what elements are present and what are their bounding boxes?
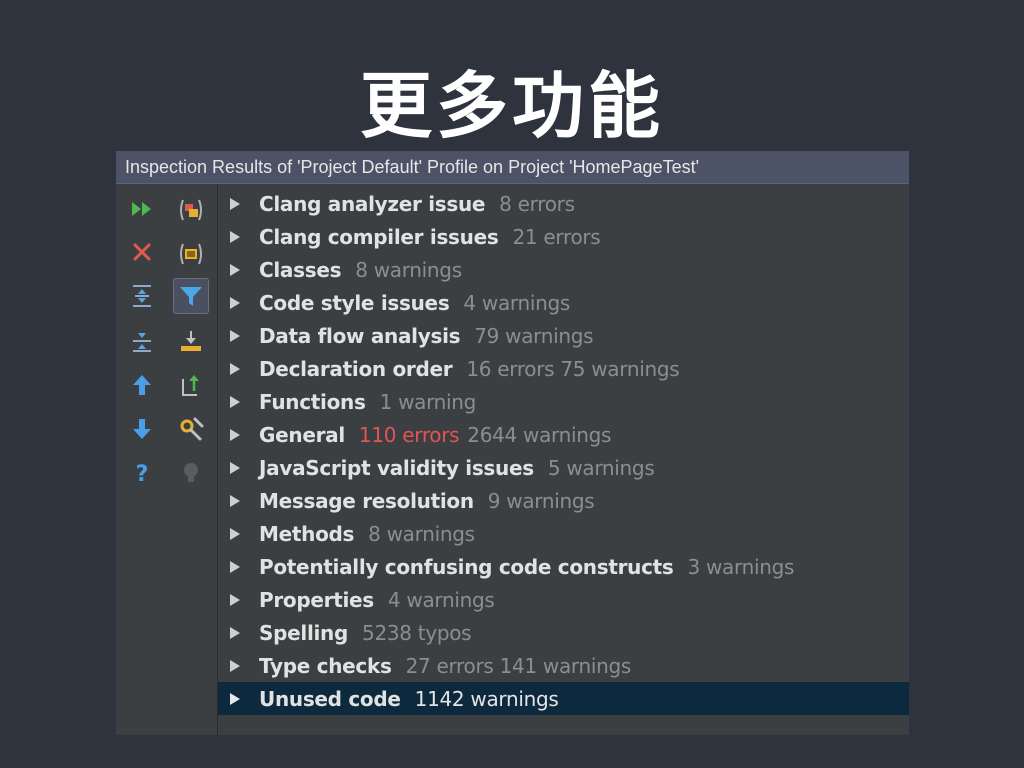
expand-arrow-icon[interactable] [226,558,244,576]
tree-row-count: 79 warnings [474,323,594,348]
expand-arrow-icon[interactable] [226,624,244,642]
expand-arrow-icon[interactable] [226,327,244,345]
tree-row-label: Declaration order [259,356,453,381]
panel-title-bar: Inspection Results of 'Project Default' … [116,151,909,184]
tree-row-count: 5238 typos [362,620,472,645]
tree-row-label: Classes [259,257,342,282]
group-by-severity-button[interactable] [173,192,209,228]
import-icon [181,331,201,351]
tree-row-count: 2644 warnings [467,422,612,447]
tree-row-potentially-confusing-code-constructs[interactable]: Potentially confusing code constructs 3 … [218,550,909,583]
slide-title: 更多功能 [359,64,664,148]
expand-arrow-icon[interactable] [226,525,244,543]
tree-row-count: 5 warnings [547,455,655,480]
tree-row-data-flow-analysis[interactable]: Data flow analysis 79 warnings [218,319,909,352]
inspection-results-panel: Inspection Results of 'Project Default' … [116,151,909,735]
tree-row-count: 8 warnings [368,521,475,546]
tree-row-count: 21 errors [512,224,601,249]
tree-row-count: 4 warnings [463,290,571,315]
expand-arrow-icon[interactable] [226,591,244,609]
edit-settings-icon [180,417,204,441]
tree-row-count: 1142 warnings [414,686,559,711]
tree-row-label: Unused code [259,686,401,711]
tree-row-classes[interactable]: Classes 8 warnings [218,253,909,286]
next-problem-button[interactable] [124,411,160,447]
tree-row-label: General [259,422,345,447]
inspection-toolbar: ? [116,184,218,735]
filter-icon [180,287,202,306]
tree-row-count: 27 errors 141 warnings [405,653,632,678]
tree-row-general[interactable]: General 110 errors 2644 warnings [218,418,909,451]
expand-arrow-icon[interactable] [226,459,244,477]
tree-row-label: JavaScript validity issues [259,455,534,480]
tree-row-label: Clang compiler issues [259,224,499,249]
group-by-severity-icon [180,199,202,221]
tree-row-count: 8 errors [499,191,575,216]
expand-arrow-icon[interactable] [226,690,244,708]
svg-text:?: ? [136,462,149,485]
group-by-directory-icon [180,243,202,265]
tree-row-clang-compiler-issues[interactable]: Clang compiler issues 21 errors [218,220,909,253]
tree-row-spelling[interactable]: Spelling 5238 typos [218,616,909,649]
rerun-icon [132,202,151,216]
import-button[interactable] [173,323,209,359]
close-icon [133,243,151,261]
tree-row-declaration-order[interactable]: Declaration order 16 errors 75 warnings [218,352,909,385]
expand-arrow-icon[interactable] [226,657,244,675]
tree-row-javascript-validity-issues[interactable]: JavaScript validity issues 5 warnings [218,451,909,484]
tree-row-properties[interactable]: Properties 4 warnings [218,583,909,616]
tree-row-label: Functions [259,389,366,414]
tree-row-methods[interactable]: Methods 8 warnings [218,517,909,550]
tree-row-count: 9 warnings [487,488,595,513]
expand-arrow-icon[interactable] [226,492,244,510]
tree-row-label: Spelling [259,620,349,645]
expand-arrow-icon[interactable] [226,393,244,411]
export-button[interactable] [173,367,209,403]
tree-row-count: 3 warnings [687,554,795,579]
tree-row-label: Code style issues [259,290,450,315]
expand-arrow-icon[interactable] [226,228,244,246]
tree-row-label: Data flow analysis [259,323,461,348]
export-icon [182,375,199,396]
expand-arrow-icon[interactable] [226,426,244,444]
group-by-directory-button[interactable] [173,236,209,272]
collapse-all-button[interactable] [124,323,160,359]
results-tree: Clang analyzer issue 8 errors Clang comp… [218,184,909,735]
help-button[interactable]: ? [124,455,160,491]
tree-row-code-style-issues[interactable]: Code style issues 4 warnings [218,286,909,319]
tree-row-count: 16 errors 75 warnings [466,356,680,381]
tree-row-functions[interactable]: Functions 1 warning [218,385,909,418]
close-button[interactable] [124,234,160,270]
filter-button[interactable] [173,278,209,314]
arrow-down-icon [133,419,151,439]
tree-row-clang-analyzer-issue[interactable]: Clang analyzer issue 8 errors [218,187,909,220]
tree-row-count: 8 warnings [355,257,462,282]
tree-row-label: Message resolution [259,488,474,513]
arrow-up-icon [133,375,151,395]
expand-arrow-icon[interactable] [226,294,244,312]
tree-row-label: Potentially confusing code constructs [259,554,674,579]
quick-fix-button[interactable] [173,455,209,491]
tree-row-label: Properties [259,587,374,612]
tree-row-label: Clang analyzer issue [259,191,486,216]
expand-arrow-icon[interactable] [226,360,244,378]
tree-row-count: 1 warning [379,389,477,414]
help-icon: ? [136,462,149,485]
expand-all-button[interactable] [124,278,160,314]
expand-arrow-icon[interactable] [226,195,244,213]
rerun-inspection-button[interactable] [124,191,160,227]
tree-row-label: Methods [259,521,355,546]
lightbulb-icon [184,463,198,482]
tree-row-message-resolution[interactable]: Message resolution 9 warnings [218,484,909,517]
edit-settings-button[interactable] [173,411,209,447]
tree-row-count: 4 warnings [387,587,495,612]
collapse-all-icon [133,333,151,352]
tree-row-type-checks[interactable]: Type checks 27 errors 141 warnings [218,649,909,682]
tree-row-label: Type checks [259,653,392,678]
tree-row-error-count: 110 errors [358,422,460,447]
previous-problem-button[interactable] [124,367,160,403]
expand-arrow-icon[interactable] [226,261,244,279]
expand-all-icon [133,285,151,307]
tree-row-unused-code[interactable]: Unused code 1142 warnings [218,682,909,715]
